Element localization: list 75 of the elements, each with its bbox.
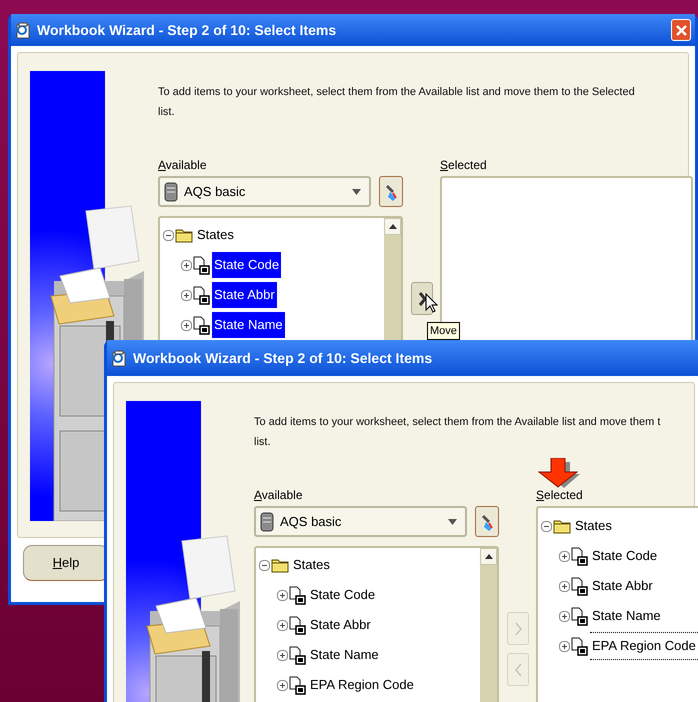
document-icon [571, 636, 588, 656]
up-arrow-icon [484, 554, 492, 559]
document-icon [289, 676, 306, 694]
search-button[interactable] [475, 506, 499, 537]
close-icon [676, 24, 686, 36]
document-icon [193, 316, 210, 334]
tree-item[interactable]: State Abbr [590, 572, 655, 600]
expand-icon[interactable] [277, 620, 288, 630]
collapse-icon[interactable] [163, 230, 174, 240]
expand-icon[interactable] [277, 680, 288, 690]
collapse-icon[interactable] [259, 560, 270, 570]
expand-icon[interactable] [277, 590, 288, 600]
dropdown-value: AQS basic [280, 512, 342, 531]
collapse-icon[interactable] [541, 520, 552, 532]
tree-item[interactable]: State Abbr [212, 282, 277, 308]
data-source-dropdown[interactable]: AQS basic [254, 506, 468, 537]
flashlight-icon [384, 182, 398, 200]
expand-icon[interactable] [277, 650, 288, 660]
scroll-up-button[interactable] [384, 218, 401, 235]
app-icon [111, 350, 127, 366]
document-icon [193, 256, 210, 274]
search-button[interactable] [379, 176, 403, 207]
app-icon [15, 22, 31, 38]
tree-item[interactable]: States [291, 552, 332, 578]
document-icon [571, 576, 588, 596]
tree-item[interactable]: State Code [308, 582, 378, 608]
tree-item[interactable]: State Name [212, 312, 285, 338]
document-icon [289, 646, 306, 664]
chevron-right-icon [512, 622, 524, 636]
expand-icon[interactable] [559, 550, 570, 562]
tree-item[interactable]: States [195, 222, 236, 248]
folder-icon [553, 518, 571, 534]
expand-icon[interactable] [181, 260, 192, 270]
tree-item[interactable]: EPA Region Code [590, 632, 698, 660]
tree-item[interactable]: State Name [308, 642, 381, 668]
window-title: Workbook Wizard - Step 2 of 10: Select Items [37, 20, 336, 40]
close-button[interactable] [671, 19, 691, 41]
selected-label: Selected [536, 487, 584, 504]
folder-icon [271, 557, 289, 573]
scrollbar[interactable] [480, 548, 497, 702]
expand-icon[interactable] [181, 290, 192, 300]
instruction-text: To add items to your worksheet, select them from the Available list and move them to the Selected list. [158, 85, 636, 120]
tree-item[interactable]: State Name [590, 602, 663, 630]
document-icon [571, 606, 588, 626]
database-icon [164, 182, 178, 202]
document-icon [571, 546, 588, 566]
tree-item[interactable]: State Code [590, 542, 660, 570]
instruction-text: To add items to your worksheet, select them from the Available list and move them t list. [254, 415, 662, 450]
flashlight-icon [480, 512, 494, 530]
expand-icon[interactable] [181, 320, 192, 330]
dropdown-caret-icon [352, 188, 362, 194]
tree-item[interactable]: State Abbr [308, 612, 373, 638]
data-source-dropdown[interactable]: AQS basic [158, 176, 372, 207]
tooltip: Move [427, 322, 460, 340]
window-title: Workbook Wizard - Step 2 of 10: Select Items [133, 348, 432, 368]
chevron-right-icon [416, 292, 428, 306]
expand-icon[interactable] [559, 580, 570, 592]
document-icon [193, 286, 210, 304]
available-label: Available [254, 487, 304, 504]
scroll-up-button[interactable] [480, 548, 497, 565]
folder-icon [175, 227, 193, 243]
expand-icon[interactable] [559, 640, 570, 652]
tree-item[interactable]: EPA Region Code [308, 672, 416, 698]
selected-label: Selected [440, 157, 488, 174]
dropdown-value: AQS basic [184, 182, 246, 201]
database-icon [260, 512, 274, 532]
up-arrow-icon [388, 224, 396, 229]
document-icon [289, 586, 306, 604]
expand-icon[interactable] [559, 610, 570, 622]
document-icon [289, 616, 306, 634]
dropdown-caret-icon [448, 518, 458, 524]
available-label: Available [158, 157, 208, 174]
tree-item[interactable]: States [573, 512, 614, 540]
chevron-left-icon [512, 662, 524, 676]
tree-item[interactable]: State Code [212, 252, 282, 278]
